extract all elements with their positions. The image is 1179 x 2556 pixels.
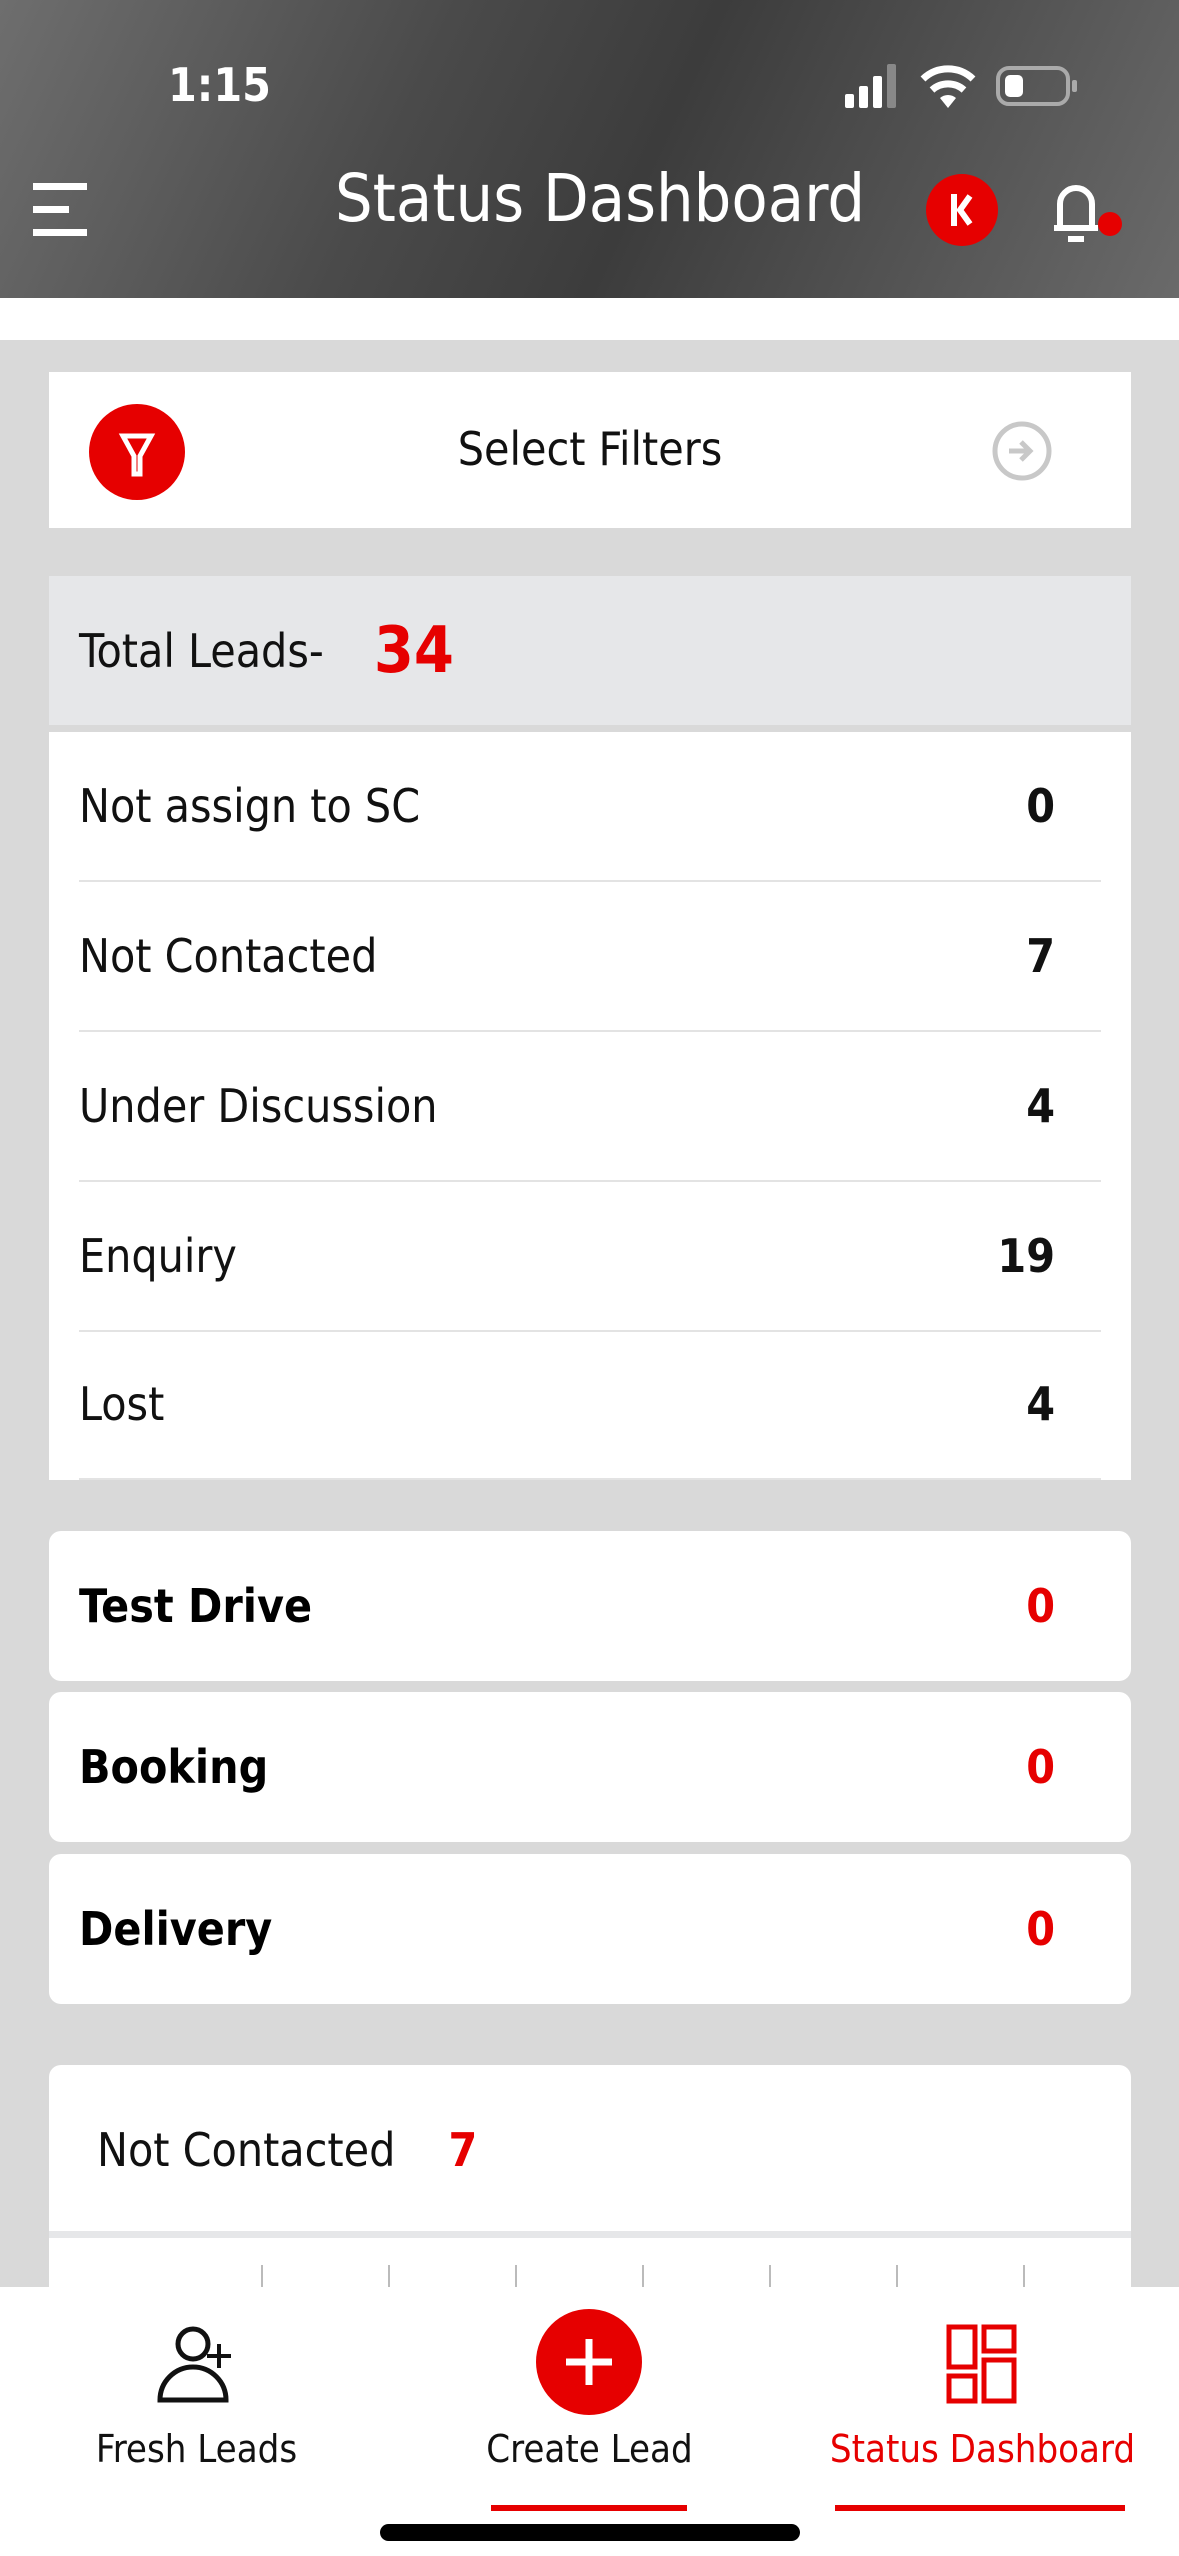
row-label: Not Contacted [79,929,378,983]
select-filters-button[interactable]: Select Filters [49,372,1131,528]
detail-card: Not Contacted 7 [49,2065,1131,2287]
stage-label: Test Drive [79,1579,313,1633]
row-label: Enquiry [79,1229,237,1283]
list-item[interactable]: Not Contacted 7 [79,882,1101,1032]
stage-card-booking[interactable]: Booking 0 [49,1692,1131,1842]
divider [49,2231,1131,2238]
list-item[interactable]: Under Discussion 4 [79,1032,1101,1182]
nav-status-dashboard[interactable]: Status Dashboard [786,2287,1179,2556]
row-label: Under Discussion [79,1079,438,1133]
list-item[interactable]: Enquiry 19 [79,1182,1101,1332]
spacer [0,298,1179,340]
lead-status-list: Not assign to SC 0 Not Contacted 7 Under D… [49,732,1131,1480]
row-label: Lost [79,1377,165,1431]
stage-label: Delivery [79,1902,273,1956]
tick [515,2265,517,2287]
nav-fresh-leads[interactable]: Fresh Leads [0,2287,393,2556]
row-value: 19 [997,1229,1055,1283]
tick [388,2265,390,2287]
detail-value: 7 [448,2123,478,2177]
hamburger-icon[interactable] [33,183,89,237]
stage-label: Booking [79,1740,269,1794]
home-indicator [380,2524,800,2541]
tick [642,2265,644,2287]
dashboard-icon [946,2324,1017,2404]
bell-icon[interactable] [1046,176,1126,256]
tick [769,2265,771,2287]
nav-label: Status Dashboard [829,2427,1136,2471]
detail-label: Not Contacted [97,2123,396,2177]
app-header: 1:15 Status Dashboard [0,0,1179,298]
total-leads-label: Total Leads- [79,623,324,678]
plus-circle-icon [536,2309,642,2415]
bottom-nav: Fresh Leads Create Lead Status Dashboard [0,2287,1179,2556]
nav-create-lead[interactable]: Create Lead [393,2287,786,2556]
add-user-icon [157,2326,231,2403]
wifi-icon [920,65,976,108]
stage-value: 0 [1026,1740,1055,1794]
nav-underline [491,2505,687,2511]
row-value: 0 [1026,779,1055,833]
total-leads-value: 34 [373,613,454,688]
row-value: 7 [1026,929,1055,983]
row-value: 4 [1026,1079,1055,1133]
tick [261,2265,263,2287]
status-time: 1:15 [168,58,271,112]
nav-label: Fresh Leads [95,2427,298,2471]
battery-icon [996,66,1077,106]
row-value: 4 [1026,1377,1055,1431]
stage-value: 0 [1026,1579,1055,1633]
stage-card-test-drive[interactable]: Test Drive 0 [49,1531,1131,1681]
stage-value: 0 [1026,1902,1055,1956]
row-label: Not assign to SC [79,779,421,833]
list-item[interactable]: Lost 4 [79,1330,1101,1480]
nav-label: Create Lead [486,2427,693,2471]
arrow-right-circle-icon[interactable] [991,420,1053,482]
signal-icon [845,64,896,108]
tick [1023,2265,1025,2287]
list-item[interactable]: Not assign to SC 0 [79,732,1101,882]
nav-underline [835,2505,1125,2511]
stage-card-delivery[interactable]: Delivery 0 [49,1854,1131,2004]
total-leads-header: Total Leads- 34 [49,576,1131,725]
select-filters-label: Select Filters [457,422,723,476]
tick [896,2265,898,2287]
brand-logo-icon[interactable] [926,174,998,246]
